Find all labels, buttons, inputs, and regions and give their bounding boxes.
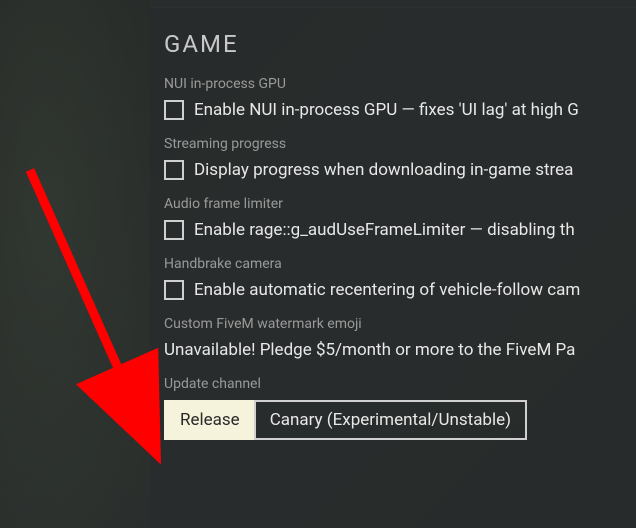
toggle-canary[interactable]: Canary (Experimental/Unstable): [254, 400, 527, 440]
background-blur-left: [0, 0, 150, 528]
setting-label: Audio frame limiter: [164, 196, 636, 212]
setting-update-channel: Update channel Release Canary (Experimen…: [164, 376, 636, 440]
checkbox-audio-limiter[interactable]: [164, 220, 184, 240]
checkbox-text: Display progress when downloading in-gam…: [194, 160, 573, 180]
setting-handbrake: Handbrake camera Enable automatic recent…: [164, 256, 636, 300]
setting-label: Custom FiveM watermark emoji: [164, 316, 636, 332]
watermark-unavailable-text: Unavailable! Pledge $5/month or more to …: [164, 340, 636, 360]
toggle-release[interactable]: Release: [164, 400, 256, 440]
setting-label: Handbrake camera: [164, 256, 636, 272]
setting-streaming: Streaming progress Display progress when…: [164, 136, 636, 180]
checkbox-row: Enable automatic recentering of vehicle-…: [164, 280, 636, 300]
checkbox-row: Display progress when downloading in-gam…: [164, 160, 636, 180]
setting-watermark: Custom FiveM watermark emoji Unavailable…: [164, 316, 636, 360]
setting-audio-limiter: Audio frame limiter Enable rage::g_audUs…: [164, 196, 636, 240]
checkbox-row: Enable rage::g_audUseFrameLimiter — disa…: [164, 220, 636, 240]
checkbox-row: Enable NUI in-process GPU — fixes 'UI la…: [164, 100, 636, 120]
checkbox-streaming[interactable]: [164, 160, 184, 180]
settings-panel: GAME NUI in-process GPU Enable NUI in-pr…: [150, 0, 636, 528]
checkbox-text: Enable rage::g_audUseFrameLimiter — disa…: [194, 220, 575, 240]
setting-nui-gpu: NUI in-process GPU Enable NUI in-process…: [164, 76, 636, 120]
setting-label: NUI in-process GPU: [164, 76, 636, 92]
setting-label: Streaming progress: [164, 136, 636, 152]
update-channel-toggle: Release Canary (Experimental/Unstable): [164, 400, 636, 440]
checkbox-text: Enable NUI in-process GPU — fixes 'UI la…: [194, 100, 579, 120]
checkbox-text: Enable automatic recentering of vehicle-…: [194, 280, 580, 300]
checkbox-handbrake[interactable]: [164, 280, 184, 300]
checkbox-nui-gpu[interactable]: [164, 100, 184, 120]
setting-label: Update channel: [164, 376, 636, 392]
section-title-game: GAME: [164, 30, 636, 58]
